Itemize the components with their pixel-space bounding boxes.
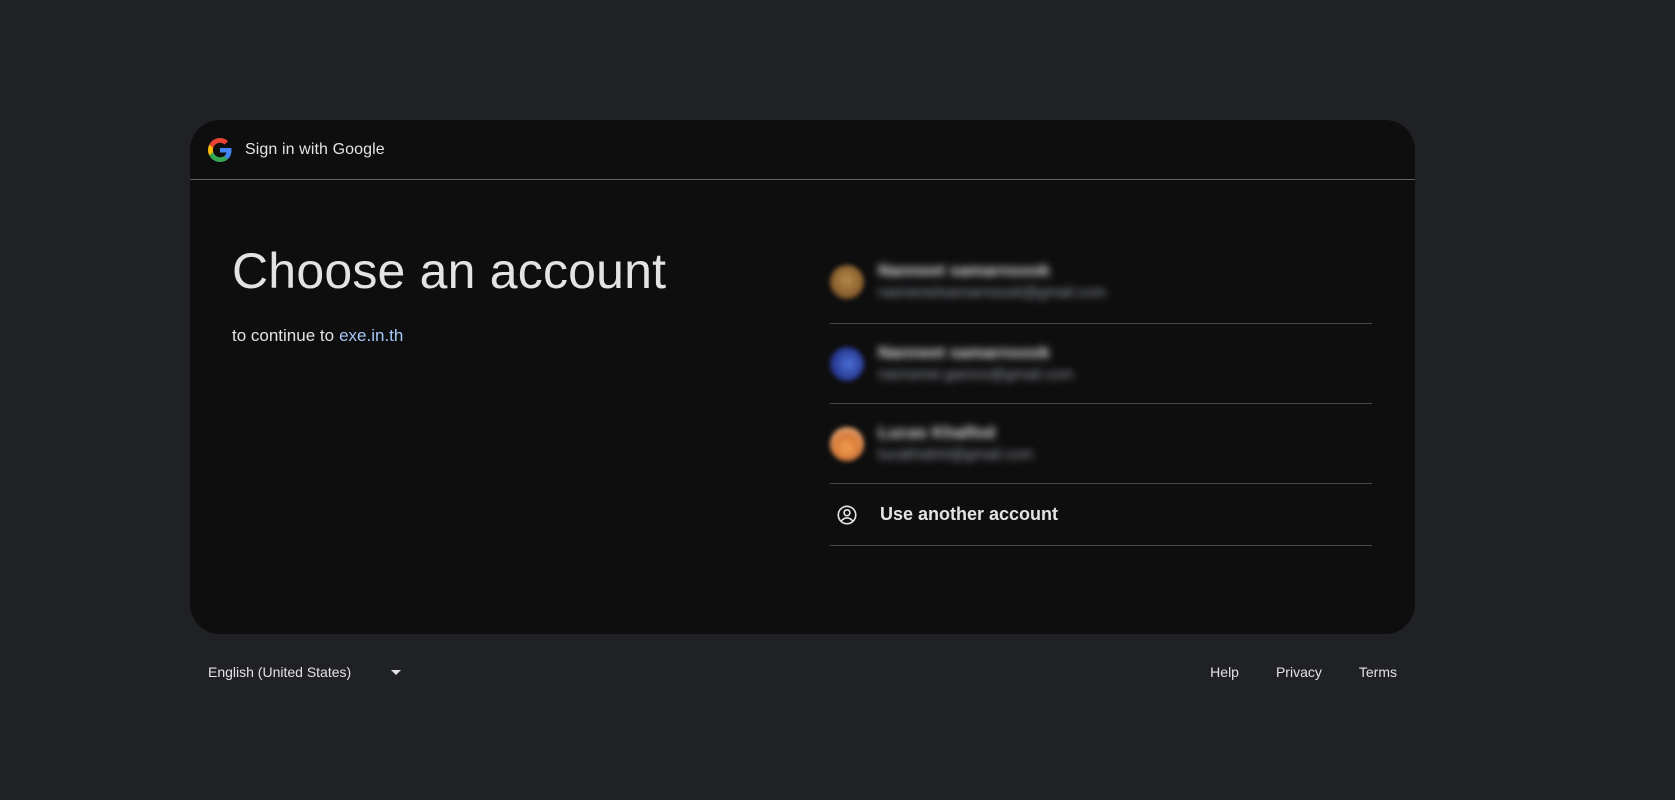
account-item[interactable]: Nanneet samarnsook nannenetsamarnsook@gm… [830, 240, 1372, 324]
sign-in-card: Sign in with Google Choose an account to… [190, 120, 1415, 634]
card-header: Sign in with Google [190, 120, 1415, 180]
language-label: English (United States) [208, 664, 352, 680]
account-name: Nanneet samarnsook [878, 260, 1050, 280]
account-email: nannenet.gamov@gmail.com [878, 365, 1074, 383]
continue-text: to continue to exe.in.th [232, 326, 666, 346]
header-title: Sign in with Google [245, 140, 385, 158]
footer: English (United States) Help Privacy Ter… [190, 660, 1415, 684]
caret-down-icon [391, 669, 402, 675]
language-select[interactable]: English (United States) [190, 664, 402, 680]
account-item[interactable]: Lucas Khalfod lucakhalmt@gmail.com [830, 404, 1372, 484]
avatar [830, 426, 864, 461]
privacy-link[interactable]: Privacy [1276, 664, 1322, 680]
account-email: nannenetsamarnsook@gmail.com [878, 283, 1106, 301]
account-name: Nanneet samarnsook [878, 342, 1050, 362]
use-another-account-label: Use another account [880, 504, 1059, 524]
account-item[interactable]: Nanneet samarnsook nannenet.gamov@gmail.… [830, 324, 1372, 404]
account-email: lucakhalmt@gmail.com [878, 445, 1034, 463]
left-pane: Choose an account to continue to exe.in.t… [232, 246, 666, 346]
use-another-account-button[interactable]: Use another account [830, 484, 1372, 546]
google-g-icon [208, 137, 232, 162]
avatar [830, 346, 864, 381]
terms-link[interactable]: Terms [1359, 664, 1397, 680]
person-circle-icon [836, 504, 858, 526]
account-text: Lucas Khalfod lucakhalmt@gmail.com [878, 422, 1033, 466]
help-link[interactable]: Help [1210, 664, 1239, 680]
site-link[interactable]: exe.in.th [339, 326, 403, 345]
account-list: Nanneet samarnsook nannenetsamarnsook@gm… [830, 240, 1372, 546]
account-text: Nanneet samarnsook nannenetsamarnsook@gm… [878, 260, 1106, 304]
account-name: Lucas Khalfod [878, 422, 996, 442]
page-title: Choose an account [232, 243, 667, 299]
footer-links: Help Privacy Terms [1173, 664, 1415, 680]
account-text: Nanneet samarnsook nannenet.gamov@gmail.… [878, 342, 1073, 386]
continue-prefix: to continue to [232, 326, 335, 345]
avatar [830, 264, 864, 299]
